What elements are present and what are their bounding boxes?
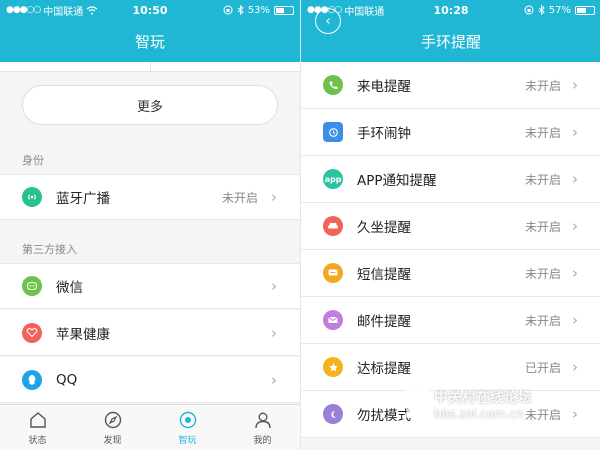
row-status: 已开启 [524, 360, 561, 375]
chevron-right-icon: › [271, 188, 277, 206]
signal-icon: ●●●○○ [6, 5, 41, 15]
row-status: 未开启 [524, 172, 561, 187]
target-icon [178, 410, 198, 430]
message-icon [323, 263, 343, 283]
row-status: 未开启 [221, 190, 258, 205]
section-label-third-party: 第三方接入 [22, 243, 77, 256]
row-qq[interactable]: QQ › [0, 357, 300, 403]
carrier-label: 中国联通 [43, 6, 84, 18]
row-wechat[interactable]: 微信 › [0, 263, 300, 309]
row-mail-reminder[interactable]: 邮件提醒 未开启 › [301, 297, 600, 344]
left-screen: ●●●○○ 中国联通 10:50 53% 智玩 更多 身份 蓝牙广播 未开启 ›… [0, 0, 300, 450]
tab-discover[interactable]: 发现 [75, 405, 150, 450]
row-band-alarm[interactable]: 手环闹钟 未开启 › [301, 109, 600, 156]
row-label: 邮件提醒 [357, 314, 411, 330]
reminder-list: 来电提醒 未开启 › 手环闹钟 未开启 › app APP通知提醒 未开启 › … [301, 62, 600, 438]
tab-label: 发现 [103, 435, 122, 446]
clock: 10:28 [433, 3, 469, 17]
page-title: 智玩 [134, 32, 165, 51]
tab-smart-play[interactable]: 智玩 [150, 405, 225, 450]
carrier-label: 中国联通 [344, 6, 385, 18]
page-title: 手环提醒 [420, 32, 481, 51]
row-do-not-disturb[interactable]: 勿扰模式 未开启 › [301, 391, 600, 438]
left-status-bar: ●●●○○ 中国联通 10:50 53% [0, 0, 300, 20]
row-status: 未开启 [524, 125, 561, 140]
back-button[interactable]: ‹ [315, 8, 341, 34]
right-status-bar: ●●●○○ 中国联通 10:28 57% [301, 0, 600, 20]
battery-percent: 57% [548, 4, 571, 16]
row-status: 未开启 [524, 407, 561, 422]
battery-icon [274, 5, 294, 15]
row-status: 未开启 [524, 219, 561, 234]
chevron-right-icon: › [572, 311, 578, 329]
rotation-lock-icon [524, 5, 534, 15]
row-status: 未开启 [524, 78, 561, 93]
moon-icon [323, 404, 343, 424]
home-icon [28, 410, 48, 430]
battery-icon [575, 5, 595, 15]
row-label: 手环闹钟 [357, 126, 411, 142]
tab-label: 状态 [28, 435, 47, 446]
chevron-right-icon: › [271, 277, 277, 295]
row-label: 短信提醒 [357, 267, 411, 283]
row-status: 未开启 [524, 313, 561, 328]
row-call-reminder[interactable]: 来电提醒 未开启 › [301, 62, 600, 109]
user-icon [253, 410, 273, 430]
row-status: 未开启 [524, 266, 561, 281]
chevron-right-icon: › [271, 370, 277, 389]
qq-icon [22, 369, 42, 390]
row-apple-health[interactable]: 苹果健康 › [0, 310, 300, 356]
more-button[interactable]: 更多 [22, 85, 278, 125]
tab-status[interactable]: 状态 [0, 405, 75, 450]
wechat-icon [22, 276, 42, 296]
bluetooth-icon [538, 5, 545, 15]
chevron-right-icon: › [572, 405, 578, 423]
sofa-icon [323, 216, 343, 236]
row-sedentary-reminder[interactable]: 久坐提醒 未开启 › [301, 203, 600, 250]
row-label: 微信 [56, 280, 83, 296]
row-label: 蓝牙广播 [56, 191, 110, 207]
chevron-right-icon: › [572, 76, 578, 94]
tab-label: 我的 [253, 435, 272, 446]
rotation-lock-icon [223, 5, 233, 15]
wifi-icon [86, 5, 98, 14]
chevron-right-icon: › [572, 358, 578, 376]
alarm-icon [323, 122, 343, 142]
battery-percent: 53% [247, 4, 270, 16]
chevron-right-icon: › [572, 217, 578, 235]
partial-grid-row [0, 62, 300, 72]
row-label: 久坐提醒 [357, 220, 411, 236]
row-app-notification[interactable]: app APP通知提醒 未开启 › [301, 156, 600, 203]
left-header: ●●●○○ 中国联通 10:50 53% 智玩 [0, 0, 300, 62]
right-screen: ●●●○○ 中国联通 10:28 57% 手环提醒 ‹ 来电提醒 未开启 › 手… [300, 0, 600, 450]
app-icon: app [323, 169, 343, 189]
row-goal-reminder[interactable]: 达标提醒 已开启 › [301, 344, 600, 391]
row-label: 来电提醒 [357, 79, 411, 95]
row-label: QQ [56, 371, 78, 388]
right-header: ●●●○○ 中国联通 10:28 57% 手环提醒 ‹ [301, 0, 600, 62]
tab-me[interactable]: 我的 [225, 405, 300, 450]
phone-icon [323, 75, 343, 95]
tab-bar: 状态 发现 智玩 我的 [0, 404, 300, 450]
row-sms-reminder[interactable]: 短信提醒 未开启 › [301, 250, 600, 297]
mail-icon [323, 310, 343, 330]
chevron-right-icon: › [572, 123, 578, 141]
row-label: APP通知提醒 [357, 173, 437, 189]
star-icon [323, 357, 343, 377]
row-bluetooth-broadcast[interactable]: 蓝牙广播 未开启 › [0, 174, 300, 220]
section-label-identity: 身份 [22, 154, 44, 167]
heart-icon [22, 322, 42, 343]
row-label: 达标提醒 [357, 361, 411, 377]
tab-label: 智玩 [178, 435, 197, 446]
clock: 10:50 [132, 3, 168, 17]
row-label: 苹果健康 [56, 326, 110, 343]
bluetooth-icon [237, 5, 244, 15]
compass-icon [103, 410, 123, 430]
row-label: 勿扰模式 [357, 408, 411, 424]
chevron-right-icon: › [572, 264, 578, 282]
bluetooth-broadcast-icon [22, 187, 42, 207]
chevron-right-icon: › [572, 170, 578, 188]
chevron-left-icon: ‹ [325, 13, 331, 29]
chevron-right-icon: › [271, 323, 277, 342]
